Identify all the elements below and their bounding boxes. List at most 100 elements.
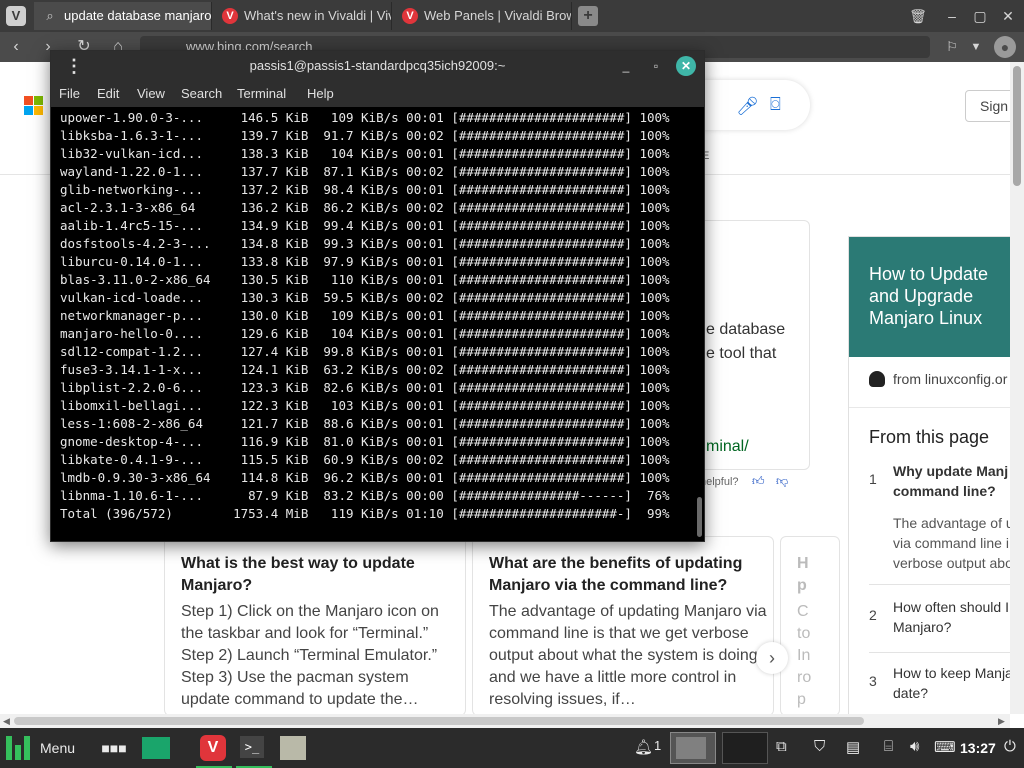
toc-title: How to keep Manja (893, 665, 1010, 681)
bookmark-icon[interactable]: ⚐ (940, 35, 964, 59)
from-this-page-heading: From this page (869, 427, 990, 447)
answer-snippet: e database e tool that (706, 318, 785, 366)
qa-card-title: H p (797, 555, 809, 594)
microsoft-logo[interactable] (24, 96, 44, 116)
manjaro-logo-icon[interactable] (6, 736, 30, 760)
back-icon[interactable]: ‹ (4, 35, 28, 59)
scrollbar-thumb[interactable] (697, 497, 702, 537)
toc-desc: verbose output abo (893, 555, 1010, 571)
visual-search-icon[interactable]: ⌼ (770, 94, 781, 115)
menu-help[interactable]: Help (307, 86, 334, 101)
menu-edit[interactable]: Edit (97, 86, 119, 101)
vivaldi-icon[interactable]: V (200, 734, 228, 762)
terminal-line: libomxil-bellagi... 122.3 KiB 103 KiB/s … (60, 398, 670, 413)
terminal-titlebar[interactable]: passis1@passis1-standardpcq35ich92009:~ … (51, 51, 704, 81)
menu-terminal[interactable]: Terminal (237, 86, 286, 101)
thumbs-down-icon[interactable]: 👎︎ (776, 474, 788, 489)
horizontal-scrollbar[interactable]: ◀ ▶ (0, 714, 1010, 728)
toc-title: Manjaro? (893, 619, 952, 635)
menu-view[interactable]: View (137, 86, 165, 101)
workspace-2[interactable] (722, 732, 768, 764)
thumbs-up-icon[interactable]: 👍︎ (752, 474, 765, 489)
file-manager-icon[interactable] (142, 734, 174, 762)
tab-update-database-manjaro[interactable]: ⌕ update database manjaro - (34, 2, 212, 30)
window-switcher-icon[interactable]: ⧉ (776, 738, 787, 755)
keyboard-icon[interactable]: ⌨ (934, 738, 956, 756)
vivaldi-menu-icon[interactable]: V (6, 6, 26, 26)
network-icon[interactable]: ⌸ (884, 738, 893, 755)
qa-card-body: Step 1) Click on the Manjaro icon on the… (181, 603, 439, 708)
archive-manager-icon[interactable] (280, 734, 308, 762)
search-icon: ⌕ (46, 8, 54, 23)
toc-number: 1 (869, 471, 877, 487)
scroll-left-icon[interactable]: ◀ (3, 716, 10, 727)
toc-title: date? (893, 685, 929, 701)
qa-card-body: C to In ro p (797, 603, 812, 708)
power-icon[interactable]: ⏻ (1004, 738, 1016, 755)
scrollbar-thumb[interactable] (14, 717, 864, 725)
source-label: from linuxconfig.or (893, 371, 1008, 387)
terminal-output[interactable]: upower-1.90.0-3-... 146.5 KiB 109 KiB/s … (51, 107, 694, 541)
tab-whats-new-in-vivaldi[interactable]: V What's new in Vivaldi | Viva (214, 2, 392, 30)
new-tab-button[interactable]: + (578, 6, 598, 26)
side-card-title[interactable]: How to Update and Upgrade Manjaro Linux (849, 237, 1010, 357)
menu-button[interactable]: Menu (40, 740, 75, 756)
terminal-icon[interactable]: >_ (240, 734, 268, 762)
sign-in-button[interactable]: Sign (965, 90, 1010, 122)
terminal-line: lmdb-0.9.30-3-x86_64 114.8 KiB 96.2 KiB/… (60, 470, 670, 485)
kebab-menu-icon[interactable]: ⋮ (65, 55, 83, 77)
show-desktop-icon[interactable]: ■■■ (100, 734, 128, 762)
qa-card-1[interactable]: What is the best way to update Manjaro? … (164, 536, 466, 714)
toc-title: Why update Manj (893, 463, 1009, 479)
terminal-line: liburcu-0.14.0-1... 133.8 KiB 97.9 KiB/s… (60, 254, 670, 269)
trash-icon[interactable]: 🗑 (906, 4, 930, 28)
chevron-down-icon[interactable]: ▼ (964, 35, 988, 59)
toc-title: How often should I (893, 599, 1009, 615)
toc-item-1[interactable]: 1 Why update Manj command line? The adva… (869, 461, 1010, 585)
close-button[interactable]: ✕ (676, 56, 696, 76)
maximize-button[interactable]: ▢ (968, 4, 992, 28)
answer-link[interactable]: minal/ (706, 438, 749, 456)
terminal-line: wayland-1.22.0-1... 137.7 KiB 87.1 KiB/s… (60, 164, 670, 179)
qa-card-2[interactable]: What are the benefits of updating Manjar… (472, 536, 774, 714)
toc-item-2[interactable]: 2 How often should I Manjaro? (869, 597, 1010, 653)
terminal-window[interactable]: passis1@passis1-standardpcq35ich92009:~ … (50, 50, 705, 542)
terminal-line: glib-networking-... 137.2 KiB 98.4 KiB/s… (60, 182, 670, 197)
clock[interactable]: 13:27 (960, 740, 996, 756)
minimize-button[interactable]: _ (616, 56, 636, 76)
minimize-button[interactable]: – (940, 4, 964, 28)
microphone-icon[interactable]: 🎤︎ (736, 96, 759, 117)
clipboard-icon[interactable]: ▤ (846, 738, 860, 756)
tab-label: update database manjaro - (64, 8, 212, 23)
profile-avatar[interactable]: ● (994, 36, 1016, 58)
toc-title: command line? (893, 483, 996, 499)
helpful-label: helpful? (700, 476, 739, 488)
terminal-scrollbar[interactable] (696, 107, 704, 541)
terminal-line: Total (396/572) 1753.4 MiB 119 KiB/s 01:… (60, 506, 670, 521)
notification-bell-icon[interactable]: 🔔︎ (634, 738, 653, 756)
terminal-line: networkmanager-p... 130.0 KiB 109 KiB/s … (60, 308, 670, 323)
terminal-line: libplist-2.2.0-6... 123.3 KiB 82.6 KiB/s… (60, 380, 670, 395)
scrollbar-thumb[interactable] (1013, 66, 1021, 186)
scroll-right-icon[interactable]: ▶ (998, 716, 1005, 727)
tab-web-panels[interactable]: V Web Panels | Vivaldi Brows (394, 2, 572, 30)
terminal-line: manjaro-hello-0.... 129.6 KiB 104 KiB/s … (60, 326, 670, 341)
volume-icon[interactable]: 🔊︎ (910, 738, 919, 755)
vertical-scrollbar[interactable] (1010, 62, 1024, 714)
taskbar: Menu ■■■ V >_ 🔔︎ 1 ⧉ ⛉ ▤ ⌸ 🔊︎ ⌨ 13:27 ⏻ (0, 728, 1024, 768)
chevron-right-icon[interactable]: › (756, 642, 788, 674)
terminal-line: blas-3.11.0-2-x86_64 130.5 KiB 110 KiB/s… (60, 272, 670, 287)
qa-card-3[interactable]: H p C to In ro p (780, 536, 840, 714)
close-button[interactable]: ✕ (996, 4, 1020, 28)
workspace-1[interactable] (670, 732, 716, 764)
terminal-line: sdl12-compat-1.2... 127.4 KiB 99.8 KiB/s… (60, 344, 670, 359)
linux-penguin-icon (869, 371, 885, 387)
terminal-line: dosfstools-4.2-3-... 134.8 KiB 99.3 KiB/… (60, 236, 670, 251)
update-shield-icon[interactable]: ⛉ (814, 738, 825, 755)
side-card-source[interactable]: from linuxconfig.or (869, 371, 1007, 387)
maximize-button[interactable]: ▫ (646, 56, 666, 76)
menu-search[interactable]: Search (181, 86, 222, 101)
menu-file[interactable]: File (59, 86, 80, 101)
qa-card-body: The advantage of updating Manjaro via co… (489, 603, 767, 708)
toc-item-3[interactable]: 3 How to keep Manja date? (869, 663, 1010, 714)
